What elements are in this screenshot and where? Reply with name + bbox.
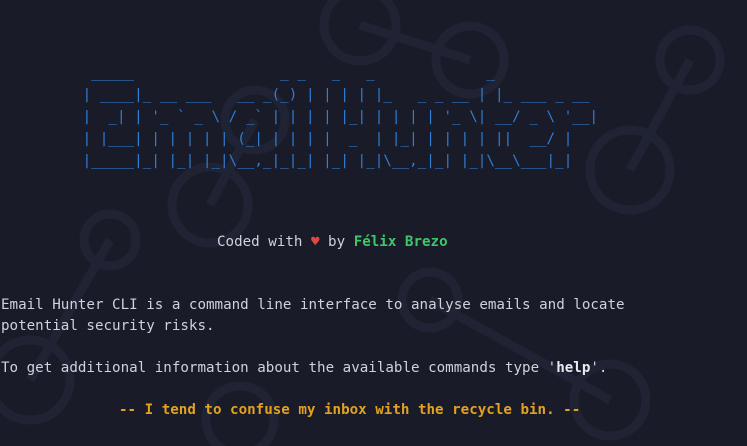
help-info-line: To get additional information about the … [1,358,607,379]
credits-line: Coded with ♥ by Félix Brezo [217,232,448,253]
banner-line: | |___| | | | | | (_| | | | | _ | |_| | … [74,131,573,147]
terminal-output: _____ _ _ _ _ _ | ____|_ __ ___ __ _(_) … [0,0,747,446]
description-line-1: Email Hunter CLI is a command line inter… [1,297,625,313]
credits-by: by [319,234,354,250]
help-info-suffix: '. [590,360,608,376]
heart-icon: ♥ [310,234,320,250]
banner-line: | _| | '_ ` _ \ / _` | | | | |_| | | | |… [74,109,599,125]
ascii-banner: _____ _ _ _ _ _ | ____|_ __ ___ __ _(_) … [74,62,598,172]
banner-line: | ____|_ __ ___ __ _(_) | | | | |_ _ _ _… [74,87,590,103]
banner-line: _____ _ _ _ _ _ [74,65,495,81]
help-info-prefix: To get additional information about the … [1,360,557,376]
help-command: help [556,360,591,376]
author-name: Félix Brezo [353,234,448,250]
banner-line: |_____|_| |_| |_|\__,_|_|_| |_| |_|\__,_… [74,153,573,169]
quote-line: -- I tend to confuse my inbox with the r… [119,402,581,418]
credits-prefix: Coded with [217,234,311,250]
description-line-2: potential security risks. [1,318,215,334]
